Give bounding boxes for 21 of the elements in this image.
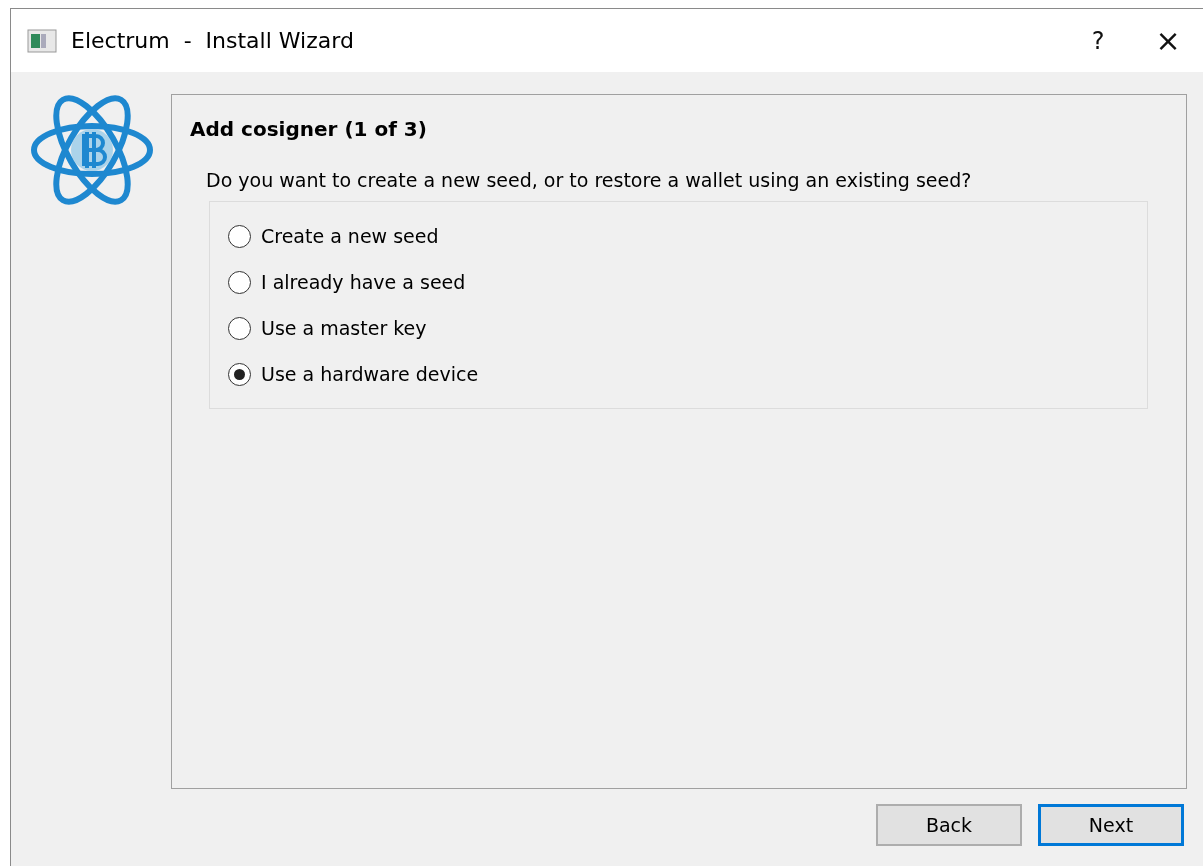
question-text: Do you want to create a new seed, or to restore a wallet using an existing seed? [206,169,973,191]
radio-button[interactable] [228,270,251,294]
next-button[interactable]: Next [1038,804,1184,846]
radio-button[interactable] [228,316,251,340]
radio-option[interactable]: Create a new seed [228,223,439,249]
window-title: Electrum - Install Wizard [71,28,355,53]
option-label: Create a new seed [261,225,439,247]
close-button[interactable]: × [1133,9,1203,72]
radio-option[interactable]: Use a master key [228,315,427,341]
radio-button[interactable] [228,224,251,248]
option-label: I already have a seed [261,271,466,293]
page-title: Add cosigner (1 of 3) [190,117,428,141]
option-label: Use a hardware device [261,363,479,385]
help-button[interactable]: ? [1063,9,1133,72]
radio-button[interactable] [228,362,251,386]
option-label: Use a master key [261,317,427,339]
radio-option[interactable]: I already have a seed [228,269,466,295]
radio-option[interactable]: Use a hardware device [228,361,479,387]
atom-logo-icon [29,94,155,206]
back-button[interactable]: Back [876,804,1022,846]
app-icon [27,28,57,53]
